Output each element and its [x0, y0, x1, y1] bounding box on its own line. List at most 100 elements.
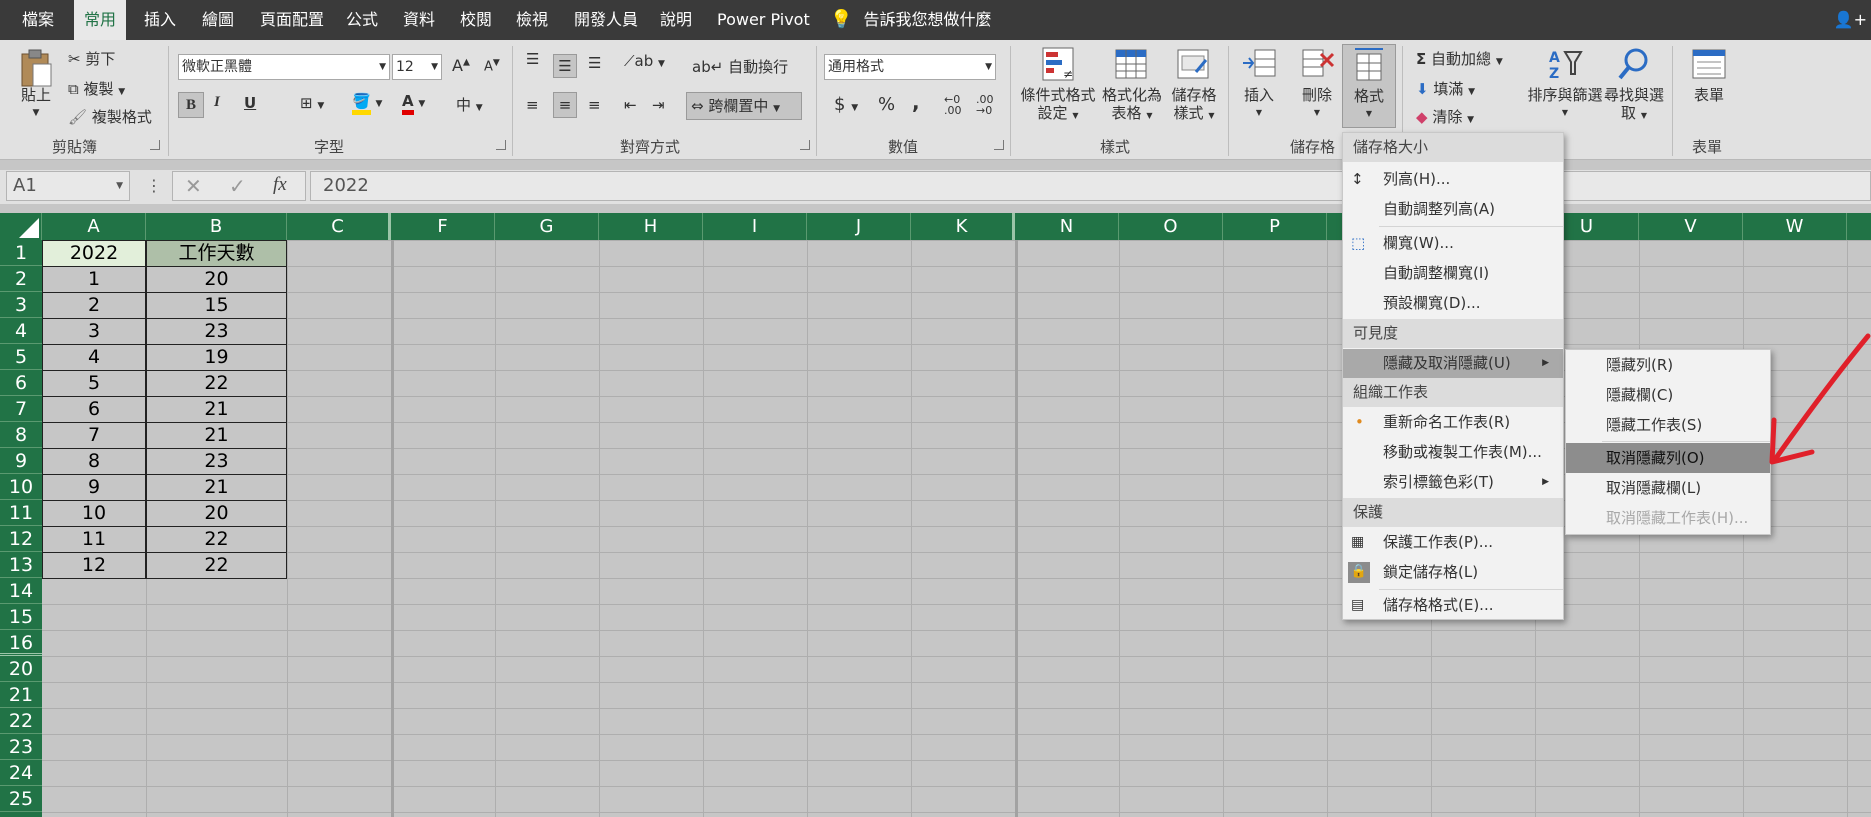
percent-button[interactable]: %: [878, 94, 895, 115]
font-name-combo[interactable]: 微軟正黑體 ▼: [178, 54, 390, 80]
submenu-item-hide-rows[interactable]: 隱藏列(R): [1566, 350, 1770, 380]
column-header-k[interactable]: K: [911, 213, 1015, 240]
table-cell[interactable]: 5: [42, 370, 146, 397]
cancel-icon[interactable]: ✕: [185, 174, 202, 198]
table-cell[interactable]: 8: [42, 448, 146, 475]
shrink-font-button[interactable]: A▼: [484, 58, 500, 74]
table-cell[interactable]: 1: [42, 266, 146, 293]
tab-formulas[interactable]: 公式: [346, 0, 378, 40]
table-cell[interactable]: 23: [146, 318, 287, 345]
formula-input[interactable]: 2022: [310, 171, 1871, 201]
row-header[interactable]: 21: [0, 682, 42, 708]
bold-button[interactable]: B: [178, 92, 204, 118]
row-header[interactable]: 20: [0, 656, 42, 682]
comma-button[interactable]: ,: [912, 90, 920, 114]
column-header-j[interactable]: J: [807, 213, 911, 240]
row-header[interactable]: 7: [0, 396, 42, 422]
clear-button[interactable]: ◆ 清除 ▼: [1416, 106, 1474, 127]
cell-b1[interactable]: 工作天數: [146, 240, 287, 267]
row-header[interactable]: 12: [0, 526, 42, 552]
tab-file[interactable]: 檔案: [22, 0, 54, 40]
table-cell[interactable]: 6: [42, 396, 146, 423]
align-top-button[interactable]: ☰: [526, 50, 539, 68]
menu-item-row-height[interactable]: ↕ 列高(H)...: [1343, 165, 1563, 194]
column-header-c[interactable]: C: [287, 213, 391, 240]
share-icon[interactable]: 👤+: [1834, 10, 1867, 29]
insert-function-icon[interactable]: fx: [273, 174, 287, 196]
tab-insert[interactable]: 插入: [144, 0, 176, 40]
table-cell[interactable]: 22: [146, 370, 287, 397]
find-select-button[interactable]: 尋找與選取 ▼: [1604, 46, 1664, 125]
form-button[interactable]: 表單: [1684, 46, 1734, 104]
submenu-item-hide-sheet[interactable]: 隱藏工作表(S): [1566, 410, 1770, 440]
currency-button[interactable]: $ ▼: [834, 94, 858, 115]
menu-item-format-cells[interactable]: ▤ 儲存格格式(E)...: [1343, 591, 1563, 620]
column-header-i[interactable]: I: [703, 213, 807, 240]
column-header-p[interactable]: P: [1223, 213, 1327, 240]
fill-color-button[interactable]: 🪣 ▼: [352, 92, 382, 115]
enter-check-icon[interactable]: ✓: [229, 174, 246, 198]
row-header[interactable]: 24: [0, 760, 42, 786]
table-cell[interactable]: 12: [42, 552, 146, 579]
sort-filter-button[interactable]: AZ 排序與篩選 ▼: [1526, 46, 1604, 122]
underline-button[interactable]: U: [244, 94, 256, 112]
row-header[interactable]: 10: [0, 474, 42, 500]
fill-button[interactable]: ⬇ 填滿 ▼: [1416, 78, 1475, 99]
clipboard-launcher-icon[interactable]: [150, 140, 160, 150]
row-header[interactable]: 6: [0, 370, 42, 396]
menu-item-hide-unhide[interactable]: 隱藏及取消隱藏(U) ▶: [1343, 349, 1563, 378]
menu-item-column-width[interactable]: ⬚ 欄寬(W)...: [1343, 229, 1563, 258]
menu-item-tab-color[interactable]: 索引標籤色彩(T) ▶: [1343, 468, 1563, 497]
cell-a1[interactable]: 2022: [42, 240, 146, 267]
row-header[interactable]: 22: [0, 708, 42, 734]
table-cell[interactable]: 19: [146, 344, 287, 371]
copy-button[interactable]: ⧉ 複製 ▼: [68, 78, 125, 99]
table-cell[interactable]: 15: [146, 292, 287, 319]
decrease-decimal-button[interactable]: .00 →0: [976, 94, 994, 116]
tab-developer[interactable]: 開發人員: [574, 0, 638, 40]
menu-item-protect-sheet[interactable]: ▦ 保護工作表(P)...: [1343, 528, 1563, 557]
align-bottom-button[interactable]: ☰: [588, 54, 601, 72]
paste-button[interactable]: 貼上 ▼: [14, 48, 58, 122]
row-header[interactable]: 23: [0, 734, 42, 760]
phonetic-button[interactable]: 中 ▼: [456, 94, 483, 115]
row-header[interactable]: 9: [0, 448, 42, 474]
align-middle-button[interactable]: ☰: [553, 54, 577, 78]
menu-item-lock-cell[interactable]: 🔒 鎖定儲存格(L): [1343, 558, 1563, 587]
column-header-v[interactable]: V: [1639, 213, 1743, 240]
table-cell[interactable]: 2: [42, 292, 146, 319]
conditional-formatting-button[interactable]: ≠ 條件式格式設定 ▼: [1020, 46, 1096, 125]
column-header-o[interactable]: O: [1119, 213, 1223, 240]
format-cells-button[interactable]: 格式 ▼: [1342, 44, 1396, 128]
menu-item-default-width[interactable]: 預設欄寬(D)...: [1343, 289, 1563, 318]
column-header-f[interactable]: F: [391, 213, 495, 240]
paste-dropdown-icon[interactable]: ▼: [14, 104, 58, 122]
format-as-table-button[interactable]: 格式化為表格 ▼: [1100, 46, 1164, 125]
increase-indent-button[interactable]: ⇥: [652, 96, 665, 114]
table-cell[interactable]: 22: [146, 526, 287, 553]
align-right-button[interactable]: ≡: [588, 96, 601, 114]
row-header[interactable]: 13: [0, 552, 42, 578]
alignment-launcher-icon[interactable]: [800, 140, 810, 150]
table-cell[interactable]: 20: [146, 500, 287, 527]
submenu-item-unhide-columns[interactable]: 取消隱藏欄(L): [1566, 473, 1770, 503]
insert-cells-button[interactable]: 插入 ▼: [1234, 46, 1284, 122]
row-header[interactable]: 11: [0, 500, 42, 526]
tab-review[interactable]: 校閱: [460, 0, 492, 40]
name-box[interactable]: A1 ▼: [6, 171, 130, 201]
column-header-w[interactable]: W: [1743, 213, 1847, 240]
menu-item-rename-sheet[interactable]: • 重新命名工作表(R): [1343, 408, 1563, 437]
table-cell[interactable]: 11: [42, 526, 146, 553]
select-all-corner[interactable]: [0, 213, 42, 240]
submenu-item-hide-columns[interactable]: 隱藏欄(C): [1566, 380, 1770, 410]
more-options-icon[interactable]: ⋮: [146, 176, 162, 195]
column-header-h[interactable]: H: [599, 213, 703, 240]
grow-font-button[interactable]: A▲: [452, 56, 470, 75]
row-header[interactable]: 1: [0, 240, 42, 266]
row-header[interactable]: 15: [0, 604, 42, 630]
column-header-g[interactable]: G: [495, 213, 599, 240]
cut-button[interactable]: ✂ 剪下: [68, 48, 115, 69]
table-cell[interactable]: 20: [146, 266, 287, 293]
borders-button[interactable]: ⊞ ▼: [300, 94, 324, 112]
number-format-combo[interactable]: 通用格式 ▼: [824, 54, 996, 80]
